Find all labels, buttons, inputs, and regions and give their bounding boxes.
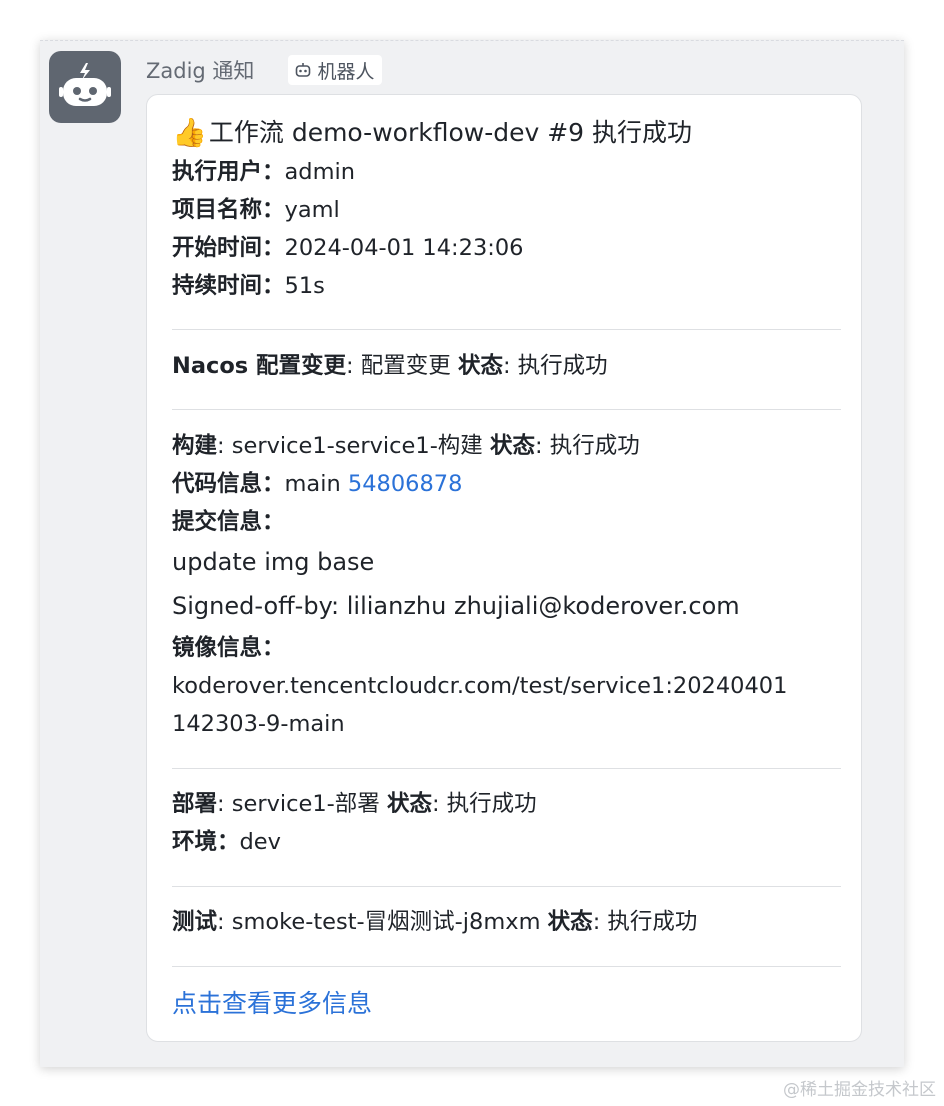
deploy-value: : service1-部署 (217, 791, 387, 817)
summary-label: 项目名称： (172, 197, 285, 223)
watermark: @稀土掘金技术社区 (783, 1080, 936, 1100)
status-value: : 执行成功 (534, 433, 640, 459)
nacos-row: Nacos 配置变更: 配置变更 状态: 执行成功 (172, 347, 608, 385)
more-info-link[interactable]: 点击查看更多信息 (172, 985, 372, 1023)
image-info-label: 镜像信息： (172, 635, 285, 661)
divider (172, 409, 841, 410)
summary-row-project: 项目名称：yaml (172, 191, 340, 229)
summary-row-duration: 持续时间：51s (172, 267, 325, 305)
test-label: 测试 (172, 909, 218, 935)
summary-value: admin (284, 159, 356, 185)
summary-value: 2024-04-01 14:23:06 (284, 235, 524, 261)
robot-icon (59, 63, 111, 106)
test-value: : smoke-test-冒烟测试-j8mxm (217, 909, 548, 935)
summary-value: yaml (284, 197, 340, 223)
commit-msg-label-row: 提交信息： (172, 503, 285, 541)
robot-icon (296, 63, 311, 77)
summary-value: 51s (284, 273, 325, 299)
env-row: 环境：dev (172, 823, 281, 861)
summary-label: 持续时间： (172, 273, 285, 299)
status-value: : 执行成功 (431, 791, 537, 817)
build-row: 构建: service1-service1-构建 状态: 执行成功 (172, 427, 640, 465)
status-label: 状态 (457, 353, 503, 379)
deploy-row: 部署: service1-部署 状态: 执行成功 (172, 785, 537, 823)
image-info-line: 142303-9-main (172, 711, 345, 737)
status-label: 状态 (547, 909, 593, 935)
commit-msg-line: update img base (172, 548, 375, 576)
sender-row: Zadig 通知 机器人 (146, 53, 383, 87)
summary-row-user: 执行用户：admin (172, 153, 355, 191)
divider (172, 768, 841, 769)
chat-panel: Zadig 通知 机器人 👍 工作流 demo-workflow-dev #9 … (40, 40, 904, 1067)
commit-msg-line: Signed-off-by: lilianzhu zhujiali@kodero… (172, 592, 740, 620)
nacos-label: Nacos 配置变更 (172, 353, 347, 379)
summary-label: 执行用户： (172, 159, 285, 185)
status-label: 状态 (489, 433, 535, 459)
build-value: : service1-service1-构建 (217, 433, 490, 459)
card-title-text: 工作流 demo-workflow-dev #9 执行成功 (208, 118, 693, 147)
test-row: 测试: smoke-test-冒烟测试-j8mxm 状态: 执行成功 (172, 903, 697, 941)
divider (172, 966, 841, 967)
env-label: 环境： (172, 829, 240, 855)
image-info-label-row: 镜像信息： (172, 629, 285, 667)
bot-tag-label: 机器人 (317, 60, 375, 83)
status-value: : 执行成功 (592, 909, 698, 935)
code-info-row: 代码信息：main 54806878 (172, 465, 462, 503)
status-value: : 执行成功 (502, 353, 608, 379)
env-value: dev (239, 829, 281, 855)
sender-name[interactable]: Zadig 通知 (146, 55, 254, 85)
commit-link[interactable]: 54806878 (348, 471, 463, 497)
notification-card: 👍 工作流 demo-workflow-dev #9 执行成功 执行用户：adm… (146, 94, 862, 1042)
divider (172, 886, 841, 887)
card-title: 👍 工作流 demo-workflow-dev #9 执行成功 (172, 115, 692, 151)
thumbs-up-icon: 👍 (172, 116, 207, 149)
bot-avatar[interactable] (49, 51, 121, 123)
divider (172, 329, 841, 330)
bot-tag: 机器人 (288, 55, 383, 85)
build-label: 构建 (172, 433, 218, 459)
branch-name: main (284, 471, 341, 497)
commit-msg-label: 提交信息： (172, 509, 285, 535)
code-info-label: 代码信息： (172, 471, 285, 497)
summary-row-start-time: 开始时间：2024-04-01 14:23:06 (172, 229, 523, 267)
summary-label: 开始时间： (172, 235, 285, 261)
status-label: 状态 (386, 791, 432, 817)
deploy-label: 部署 (172, 791, 218, 817)
image-info-line: koderover.tencentcloudcr.com/test/servic… (172, 673, 788, 699)
nacos-value: : 配置变更 (346, 353, 458, 379)
